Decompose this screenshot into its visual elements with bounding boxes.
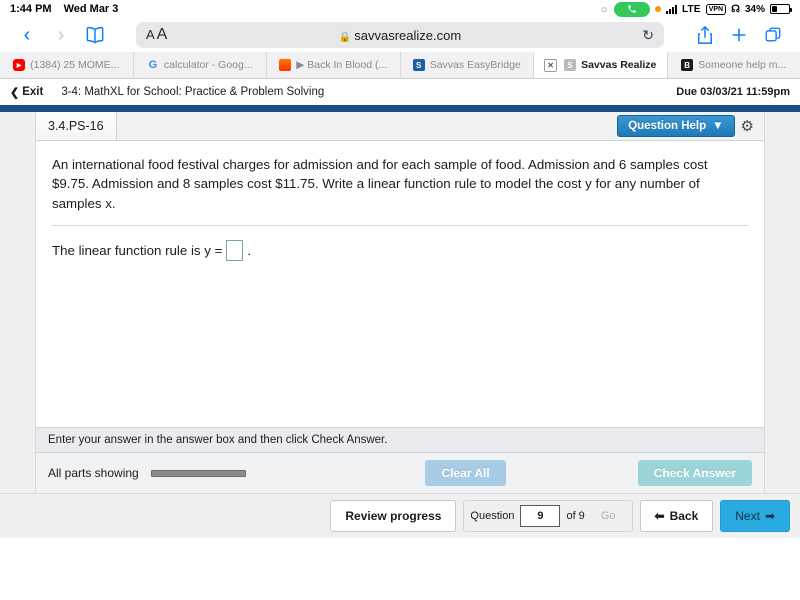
chevron-down-icon: ▼ [712, 120, 724, 132]
safari-tab-strip: (1384) 25 MOME... G calculator - Goog...… [0, 52, 800, 79]
cellular-signal-icon [665, 4, 677, 14]
browser-tab-google[interactable]: G calculator - Goog... [134, 52, 267, 78]
question-help-button[interactable]: Question Help ▼ [617, 115, 735, 137]
back-label: Back [669, 509, 699, 523]
google-icon: G [148, 59, 158, 71]
clear-all-button[interactable]: Clear All [425, 460, 506, 486]
browser-tab-youtube[interactable]: (1384) 25 MOME... [0, 52, 134, 78]
browser-tab-easybridge[interactable]: S Savvas EasyBridge [401, 52, 534, 78]
question-label: Question [470, 510, 515, 522]
share-button[interactable] [690, 21, 720, 49]
review-progress-label: Review progress [345, 509, 442, 523]
assignment-bar: ❮ Exit 3-4: MathXL for School: Practice … [0, 79, 800, 105]
youtube-icon [13, 59, 26, 71]
question-total-label: of 9 [566, 510, 585, 522]
location-arrow-icon: ☼ [599, 3, 609, 15]
network-type-label: LTE [681, 3, 701, 15]
url-value: savvasrealize.com [354, 27, 462, 43]
hint-bar: Enter your answer in the answer box and … [36, 427, 764, 453]
chevron-left-icon: ❮ [10, 86, 20, 99]
browser-tab-savvas-realize[interactable]: ✕ S Savvas Realize [534, 52, 668, 78]
back-button[interactable]: ‹ [12, 21, 42, 49]
tab-label: ▶ Back In Blood (... [296, 59, 388, 71]
bookmarks-button[interactable] [80, 21, 110, 49]
gear-icon[interactable]: ⚙ [741, 117, 754, 135]
exit-label: Exit [22, 86, 44, 98]
safari-toolbar: ‹ › A A 🔒 savvasrealize.com ↻ [0, 18, 800, 52]
vpn-badge: VPN [705, 3, 727, 15]
tab-label: Savvas EasyBridge [429, 59, 521, 71]
close-icon[interactable]: ✕ [544, 58, 558, 72]
action-bar: All parts showing Clear All Check Answer [36, 453, 764, 493]
parts-showing-label: All parts showing [48, 466, 139, 480]
address-bar[interactable]: A A 🔒 savvasrealize.com ↻ [136, 22, 664, 48]
question-body: An international food festival charges f… [36, 141, 764, 427]
question-number-input[interactable]: 9 [520, 505, 561, 527]
ios-status-bar: 1:44 PM Wed Mar 3 ☼ LTE VPN ☊ 34% [0, 0, 800, 18]
question-jump-control: Question 9 of 9 Go [463, 500, 633, 532]
due-date: Due 03/03/21 11:59pm [676, 86, 790, 98]
battery-icon [770, 4, 792, 14]
answer-input[interactable] [226, 239, 244, 261]
battery-percent-label: 34% [744, 3, 765, 15]
easybridge-icon: S [412, 59, 425, 71]
tab-label: calculator - Goog... [163, 59, 253, 71]
review-progress-button[interactable]: Review progress [330, 500, 457, 532]
brainly-icon: B [681, 59, 694, 71]
go-button[interactable]: Go [591, 510, 626, 522]
browser-tab-soundcloud[interactable]: ▶ Back In Blood (... [267, 52, 401, 78]
page-background: 3.4.PS-16 Question Help ▼ ⚙ An internati… [0, 112, 800, 493]
question-text: An international food festival charges f… [52, 157, 708, 211]
arrow-left-icon: ⬅ [654, 509, 665, 523]
new-tab-button[interactable] [724, 21, 754, 49]
tab-label: Savvas Realize [581, 59, 657, 71]
phone-call-icon[interactable] [613, 1, 650, 17]
headphones-icon: ☊ [731, 3, 740, 15]
next-label: Next [735, 509, 760, 523]
question-id: 3.4.PS-16 [36, 112, 117, 140]
browser-tab-brainly[interactable]: B Someone help m... [668, 52, 800, 78]
parts-progress-bar [150, 469, 246, 477]
status-time: 1:44 PM [10, 3, 52, 15]
tab-label: (1384) 25 MOME... [30, 59, 120, 71]
question-help-label: Question Help [628, 120, 707, 132]
arrow-right-icon: ➡ [764, 509, 775, 523]
lock-icon: 🔒 [338, 31, 352, 43]
answer-line: The linear function rule is y = . [52, 226, 748, 261]
soundcloud-icon [279, 59, 292, 71]
reload-icon[interactable]: ↻ [642, 27, 654, 44]
forward-button[interactable]: › [46, 21, 76, 49]
tab-label: Someone help m... [698, 59, 787, 71]
header-spacer [117, 112, 618, 140]
orange-privacy-dot [654, 6, 661, 12]
header-accent-band [0, 105, 800, 112]
next-button[interactable]: Next ➡ [720, 500, 790, 532]
savvas-realize-icon: S [564, 59, 577, 71]
tabs-overview-button[interactable] [758, 21, 788, 49]
question-panel: 3.4.PS-16 Question Help ▼ ⚙ An internati… [35, 112, 765, 493]
question-header: 3.4.PS-16 Question Help ▼ ⚙ [36, 112, 764, 141]
check-answer-button[interactable]: Check Answer [637, 460, 752, 486]
exit-button[interactable]: ❮ Exit [10, 86, 43, 99]
answer-suffix: . [247, 242, 252, 258]
status-date: Wed Mar 3 [63, 3, 119, 15]
bottom-navigation-bar: Review progress Question 9 of 9 Go ⬅ Bac… [0, 493, 800, 538]
back-button-nav[interactable]: ⬅ Back [639, 500, 714, 532]
answer-prefix: The linear function rule is y = [52, 242, 223, 258]
url-text: 🔒 savvasrealize.com [136, 28, 664, 43]
assignment-title: 3-4: MathXL for School: Practice & Probl… [61, 86, 325, 98]
